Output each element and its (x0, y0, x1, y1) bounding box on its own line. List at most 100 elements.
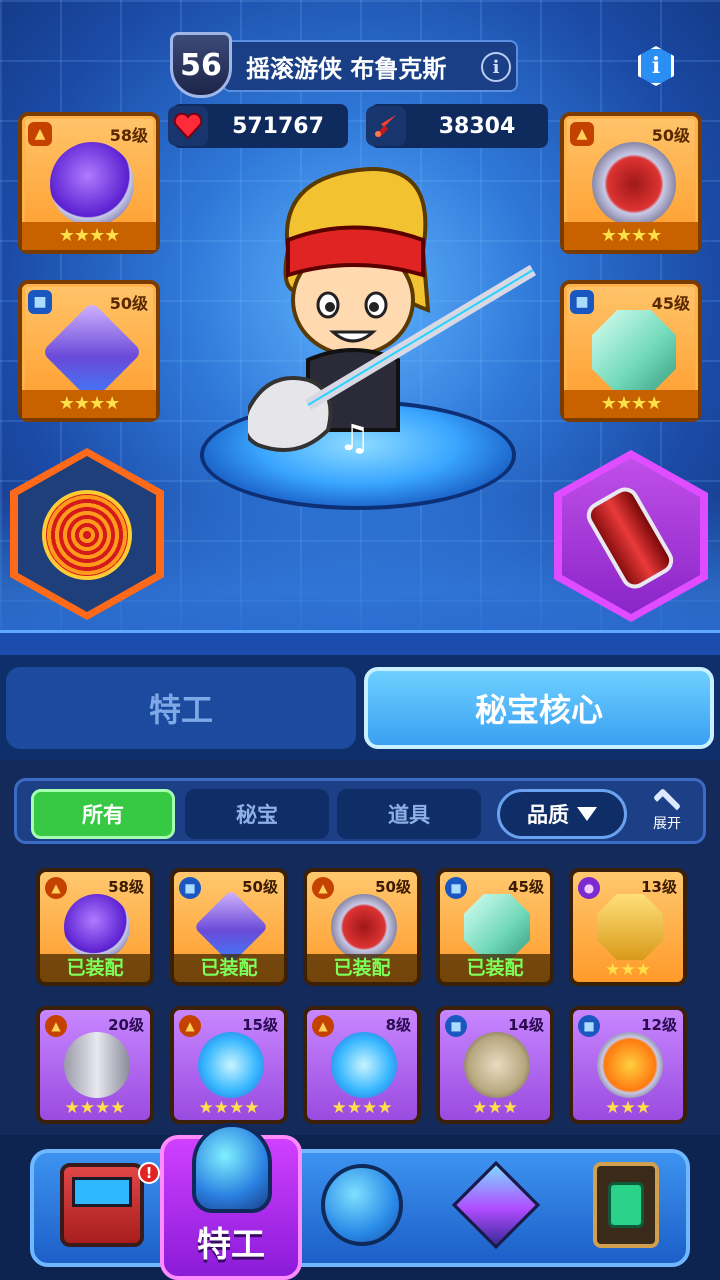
blue-crystals-icon (331, 1032, 397, 1098)
golden-pyramid-icon (597, 894, 663, 960)
filter-items-button[interactable]: 道具 (337, 789, 481, 839)
fire-rarity-icon: ▲ (312, 877, 334, 899)
fire-orb-ring-icon (597, 1032, 663, 1098)
card-level: 20级 (108, 1016, 144, 1034)
equip-level: 45级 (651, 294, 690, 313)
card-level: 13级 (641, 878, 677, 896)
blue-rarity-icon: ■ (445, 877, 467, 899)
hero-name: 摇滚游侠 布鲁克斯 (246, 54, 447, 83)
equipped-label: 已装配 (307, 954, 417, 982)
agent-potion-icon (192, 1123, 272, 1213)
equip-stars: ★★★★ (22, 222, 156, 250)
sword-icon (366, 106, 406, 146)
nav-cube[interactable] (446, 1155, 546, 1255)
purple-rarity-icon: ● (578, 877, 600, 899)
tab-agent[interactable]: 特工 (6, 667, 356, 749)
inventory-card[interactable]: ■ 45级 已装配 (436, 868, 554, 986)
filter-bar: 所有 秘宝 道具 品质 展开 (14, 778, 706, 844)
hero-name-bar: 摇滚游侠 布鲁克斯 (222, 40, 518, 92)
blue-rarity-icon: ■ (570, 290, 594, 314)
tab-treasure-core[interactable]: 秘宝核心 (364, 667, 714, 749)
equip-stars: ★★★★ (564, 390, 698, 418)
equip-slot-left-mid[interactable]: ■ 50级 ★★★★ (18, 280, 160, 422)
card-level: 50级 (375, 878, 411, 896)
equipped-label: 已装配 (40, 954, 150, 982)
inventory-card[interactable]: ■ 12级 ★★★ (569, 1006, 687, 1124)
blue-rarity-icon: ■ (445, 1015, 467, 1037)
chevron-down-icon (577, 807, 597, 821)
blue-rarity-icon: ■ (179, 877, 201, 899)
card-level: 58级 (108, 878, 144, 896)
inventory-card[interactable]: ▲ 58级已装配 (36, 868, 154, 986)
card-level: 45级 (508, 878, 544, 896)
inventory-card[interactable]: ■ 50级已装配 (170, 868, 288, 986)
hero-info-icon[interactable]: i (481, 52, 511, 82)
equip-slot-left-top[interactable]: ▲ 58级 ★★★★ (18, 112, 160, 254)
nav-agent[interactable]: 特工 (160, 1123, 302, 1280)
gem-frame-icon (593, 1162, 659, 1248)
game-screen: 56 摇滚游侠 布鲁克斯 i i 571767 38304 ▲ 58级 ★★★★… (0, 0, 720, 1280)
gas-mask-icon (464, 1032, 530, 1098)
inventory-card[interactable]: ■ 14级 ★★★ (436, 1006, 554, 1124)
cube-icon (451, 1160, 541, 1250)
equip-level: 50级 (109, 294, 148, 313)
fire-rarity-icon: ▲ (45, 1015, 67, 1037)
quality-dropdown[interactable]: 品质 (497, 789, 627, 839)
heart-icon (168, 106, 208, 146)
card-stars: ★★★★ (331, 1098, 393, 1118)
expand-button[interactable]: 展开 (639, 785, 695, 845)
fire-rarity-icon: ▲ (570, 122, 594, 146)
card-level: 14级 (508, 1016, 544, 1034)
expand-label: 展开 (653, 816, 681, 832)
purple-gem-bracelet-icon (50, 142, 134, 226)
equip-stars: ★★★★ (22, 390, 156, 418)
fire-rarity-icon: ▲ (45, 877, 67, 899)
inventory-card[interactable]: ▲ 15级 ★★★★ (170, 1006, 288, 1124)
card-level: 50级 (242, 878, 278, 896)
golden-record-disc-icon (42, 490, 132, 580)
inventory-card[interactable]: ▲ 50级已装配 (303, 868, 421, 986)
hero-scene: 56 摇滚游侠 布鲁克斯 i i 571767 38304 ▲ 58级 ★★★★… (0, 0, 720, 655)
fire-rarity-icon: ▲ (312, 1015, 334, 1037)
blue-rarity-icon: ■ (28, 290, 52, 314)
map-ring-icon (331, 894, 397, 960)
attack-value: 38304 (438, 113, 516, 139)
green-octagon-gem-icon (464, 894, 530, 960)
silver-canister-icon (64, 1032, 130, 1098)
crystal-shard-icon (41, 301, 143, 403)
inventory-card[interactable]: ▲ 8级 ★★★★ (303, 1006, 421, 1124)
nav-world[interactable] (312, 1155, 412, 1255)
card-stars: ★★★ (605, 1098, 651, 1118)
planet-icon (321, 1164, 403, 1246)
bottom-nav: 特工 (0, 1123, 720, 1280)
inventory-card[interactable]: ● 13级 ★★★ (569, 868, 687, 986)
svg-text:♫: ♫ (338, 418, 370, 459)
map-ring-icon (592, 142, 676, 226)
green-octagon-gem-icon (592, 310, 676, 394)
chevron-up-icon (652, 787, 682, 817)
fire-rarity-icon: ▲ (179, 1015, 201, 1037)
filter-all-button[interactable]: 所有 (31, 789, 175, 839)
card-stars: ★★★ (605, 960, 651, 980)
purple-gem-bracelet-icon (64, 894, 130, 960)
equip-slot-right-top[interactable]: ▲ 50级 ★★★★ (560, 112, 702, 254)
inventory-panel: 所有 秘宝 道具 品质 展开 ▲ 58级已装配 ■ 50级已装配 ▲ 50级已装配 ■ 45级… (0, 760, 720, 1135)
hp-value: 571767 (232, 113, 324, 139)
nav-gem-frame[interactable] (576, 1155, 676, 1255)
equip-slot-right-mid[interactable]: ■ 45级 ★★★★ (560, 280, 702, 422)
card-stars: ★★★★ (64, 1098, 126, 1118)
quality-label: 品质 (527, 803, 569, 827)
fire-rarity-icon: ▲ (28, 122, 52, 146)
card-level: 15级 (242, 1016, 278, 1034)
card-level: 8级 (385, 1016, 411, 1034)
filter-treasure-button[interactable]: 秘宝 (185, 789, 329, 839)
shop-console-icon (60, 1163, 144, 1247)
rock-ranger-hero[interactable]: ♫ (248, 160, 537, 460)
blue-rarity-icon: ■ (578, 1015, 600, 1037)
inventory-card[interactable]: ▲ 20级 ★★★★ (36, 1006, 154, 1124)
nav-shop[interactable] (52, 1155, 152, 1255)
shop-notification-badge: ! (138, 1162, 160, 1184)
equipped-label: 已装配 (174, 954, 284, 982)
nav-agent-label: 特工 (197, 1225, 265, 1265)
hero-level-badge: 56 (170, 32, 232, 98)
